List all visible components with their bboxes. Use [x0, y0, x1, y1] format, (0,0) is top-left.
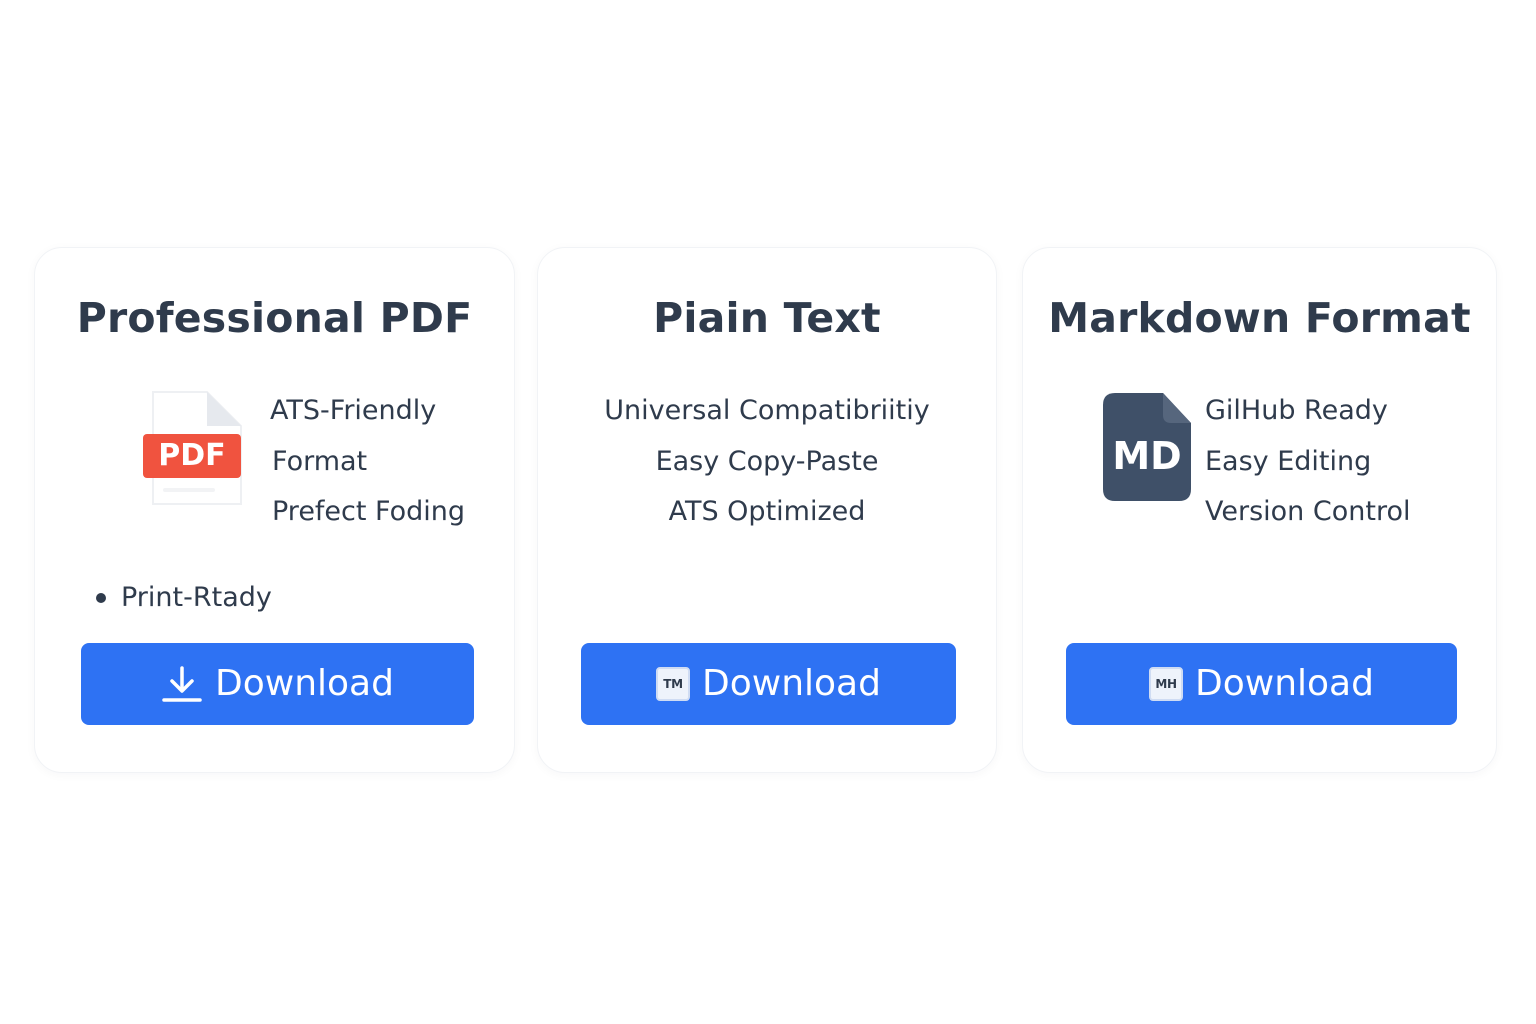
pdf-badge-label: PDF	[158, 438, 225, 473]
format-card-markdown: Markdown Format MD GilHub Ready Easy Edi…	[1022, 247, 1497, 773]
text-file-icon: TM	[656, 667, 691, 701]
feature-item: ATS-Friendly	[270, 395, 437, 426]
download-button-label: Download	[1195, 663, 1374, 704]
card-title: Piain Text	[653, 294, 881, 342]
markdown-file-icon: MD	[1103, 393, 1191, 501]
download-button-label: Download	[702, 663, 881, 704]
card-title: Markdown Format	[1048, 294, 1471, 342]
download-markdown-button[interactable]: MH Download	[1066, 643, 1457, 725]
feature-item: ATS Optimized	[668, 496, 866, 527]
format-card-pdf: Professional PDF PDF ATS-Friendly Format…	[34, 247, 515, 773]
feature-item: Version Control	[1205, 496, 1411, 527]
pdf-file-icon: PDF	[143, 391, 242, 505]
feature-item: Format	[272, 446, 368, 477]
card-title: Professional PDF	[76, 294, 473, 342]
bullet-dot-icon	[96, 592, 106, 603]
format-card-text: Piain Text Universal Compatibriitiy Easy…	[537, 247, 997, 773]
feature-item: Easy Editing	[1205, 446, 1372, 477]
feature-item: GilHub Ready	[1205, 395, 1388, 426]
md-icon-label: MD	[1112, 434, 1181, 478]
download-button-label: Download	[215, 663, 394, 704]
bullet-item: Print-Rtady	[96, 582, 272, 613]
feature-item: Universal Compatibriitiy	[604, 395, 930, 426]
feature-item: Prefect Foding	[272, 496, 466, 527]
download-arrow-icon	[162, 666, 202, 702]
feature-item: Easy Copy-Paste	[655, 446, 879, 477]
markdown-file-icon: MH	[1149, 667, 1184, 701]
bullet-label: Print-Rtady	[121, 582, 272, 613]
download-text-button[interactable]: TM Download	[581, 643, 956, 725]
download-pdf-button[interactable]: Download	[81, 643, 474, 725]
